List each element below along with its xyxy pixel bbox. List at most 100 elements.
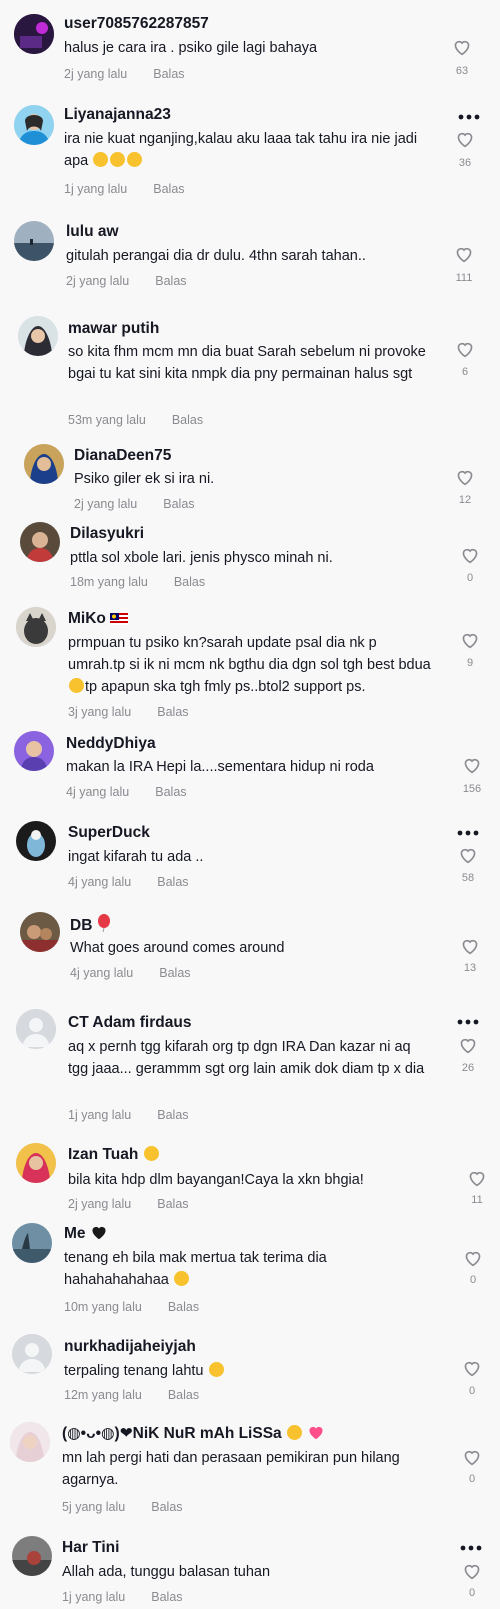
heart-icon[interactable] — [454, 245, 474, 263]
timestamp: 1j yang lalu — [64, 182, 128, 196]
heart-icon[interactable] — [452, 38, 472, 56]
reply-button[interactable]: Balas — [151, 1590, 182, 1604]
comment-meta: 2j yang lalu Balas — [64, 67, 185, 81]
like-count: 9 — [466, 657, 474, 669]
username[interactable]: Me — [64, 1224, 108, 1244]
username[interactable]: CT Adam firdaus — [68, 1013, 191, 1033]
avatar[interactable] — [24, 444, 64, 484]
username[interactable]: (◍•ᴗ•◍)❤NiK NuR mAh LiSSa — [62, 1424, 325, 1444]
avatar[interactable] — [16, 821, 56, 861]
heart-icon[interactable] — [462, 756, 482, 774]
heart-icon[interactable] — [455, 340, 475, 358]
timestamp: 5j yang lalu — [62, 1500, 126, 1514]
avatar[interactable] — [20, 912, 60, 952]
reply-button[interactable]: Balas — [157, 705, 188, 719]
avatar[interactable] — [16, 607, 56, 647]
username[interactable]: Izan Tuah — [68, 1145, 160, 1165]
reply-button[interactable]: Balas — [168, 1388, 199, 1402]
comment-meta: 12m yang lalu Balas — [64, 1388, 199, 1402]
comment-meta: 4j yang lalu Balas — [68, 875, 189, 889]
avatar[interactable] — [14, 105, 54, 145]
comment-text: prmpuan tu psiko kn?sarah update psal di… — [68, 632, 433, 698]
heart-icon[interactable] — [462, 1359, 482, 1377]
username[interactable]: mawar putih — [68, 319, 159, 339]
reply-button[interactable]: Balas — [159, 966, 190, 980]
avatar[interactable] — [12, 1223, 52, 1263]
heart-icon[interactable] — [460, 937, 480, 955]
reply-button[interactable]: Balas — [172, 413, 203, 427]
heart-arrow-icon — [309, 1426, 323, 1440]
username-text: MiKo — [68, 610, 106, 627]
comment-meta: 18m yang lalu Balas — [70, 575, 205, 589]
comment-text: gitulah perangai dia dr dulu. 4thn sarah… — [66, 248, 366, 264]
grinning-sweat-emoji-icon — [173, 1271, 189, 1286]
avatar[interactable] — [14, 14, 54, 54]
username[interactable]: Har Tini — [62, 1538, 119, 1558]
more-options-icon[interactable] — [457, 830, 479, 836]
avatar[interactable] — [16, 1143, 56, 1183]
avatar[interactable] — [12, 1536, 52, 1576]
like-count: 0 — [468, 1587, 476, 1599]
heart-icon[interactable] — [455, 130, 475, 148]
more-options-icon[interactable] — [458, 114, 480, 120]
comment-meta: 4j yang lalu Balas — [70, 966, 191, 980]
username[interactable]: DB — [70, 914, 111, 936]
heart-icon[interactable] — [455, 468, 475, 486]
heart-icon[interactable] — [463, 1249, 483, 1267]
comment-text-body: tp apapun ska tgh fmly ps..btol2 support… — [85, 679, 366, 695]
username[interactable]: Dilasyukri — [70, 524, 144, 544]
black-heart-icon — [92, 1226, 106, 1240]
reply-button[interactable]: Balas — [153, 67, 184, 81]
avatar[interactable] — [16, 1009, 56, 1049]
username[interactable]: NeddyDhiya — [66, 734, 156, 754]
comment-meta: 2j yang lalu Balas — [68, 1197, 189, 1211]
smirk-emoji-icon — [208, 1362, 224, 1377]
reply-button[interactable]: Balas — [155, 274, 186, 288]
comment-text: aq x pernh tgg kifarah org tp dgn IRA Da… — [68, 1039, 425, 1077]
reply-button[interactable]: Balas — [157, 875, 188, 889]
avatar[interactable] — [12, 1334, 52, 1374]
like-count: 26 — [461, 1062, 475, 1074]
username[interactable]: DianaDeen75 — [74, 446, 171, 466]
comment-meta: 53m yang lalu Balas — [68, 413, 203, 427]
avatar[interactable] — [20, 522, 60, 562]
comment-meta: 1j yang lalu Balas — [68, 1108, 189, 1122]
laughing-emoji-icon — [127, 152, 143, 167]
reply-button[interactable]: Balas — [151, 1500, 182, 1514]
heart-icon[interactable] — [460, 631, 480, 649]
comment-text: tenang eh bila mak mertua tak terima dia… — [64, 1247, 429, 1291]
avatar[interactable] — [10, 1422, 50, 1462]
reply-button[interactable]: Balas — [157, 1197, 188, 1211]
like-count: 0 — [469, 1274, 477, 1286]
timestamp: 2j yang lalu — [66, 274, 130, 288]
reply-button[interactable]: Balas — [155, 785, 186, 799]
username[interactable]: Liyanajanna23 — [64, 105, 171, 125]
timestamp: 18m yang lalu — [70, 575, 148, 589]
avatar[interactable] — [14, 731, 54, 771]
comment-text-body: prmpuan tu psiko kn?sarah update psal di… — [68, 635, 431, 673]
like-count: 0 — [466, 572, 474, 584]
heart-icon[interactable] — [458, 846, 478, 864]
username[interactable]: lulu aw — [66, 222, 119, 242]
reply-button[interactable]: Balas — [153, 182, 184, 196]
reply-button[interactable]: Balas — [157, 1108, 188, 1122]
reply-button[interactable]: Balas — [163, 497, 194, 511]
avatar[interactable] — [14, 221, 54, 261]
heart-icon[interactable] — [458, 1036, 478, 1054]
timestamp: 2j yang lalu — [74, 497, 138, 511]
heart-icon[interactable] — [462, 1448, 482, 1466]
reply-button[interactable]: Balas — [174, 575, 205, 589]
more-options-icon[interactable] — [460, 1545, 482, 1551]
comment-text: bila kita hdp dlm bayangan!Caya la xkn b… — [68, 1172, 364, 1188]
username-text: (◍•ᴗ•◍)❤NiK NuR mAh LiSSa — [62, 1425, 282, 1442]
username[interactable]: user7085762287857 — [64, 14, 209, 34]
username[interactable]: nurkhadijaheiyjah — [64, 1337, 196, 1357]
heart-icon[interactable] — [460, 546, 480, 564]
username[interactable]: SuperDuck — [68, 823, 150, 843]
heart-icon[interactable] — [462, 1562, 482, 1580]
avatar[interactable] — [18, 316, 58, 356]
heart-icon[interactable] — [467, 1169, 487, 1187]
more-options-icon[interactable] — [457, 1019, 479, 1025]
reply-button[interactable]: Balas — [168, 1300, 199, 1314]
username[interactable]: MiKo — [68, 609, 129, 629]
